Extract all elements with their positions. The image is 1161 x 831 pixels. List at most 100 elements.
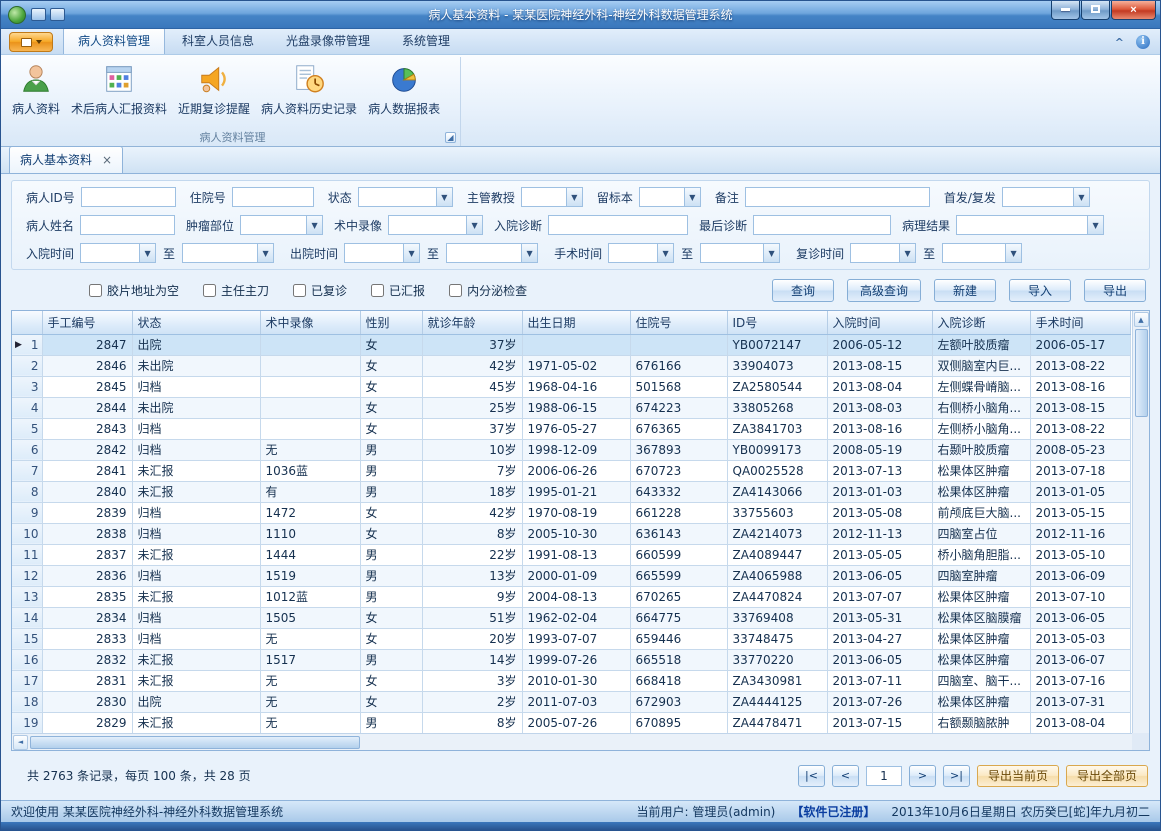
cell-admission-time[interactable]: 2013-05-05 <box>827 544 932 565</box>
row-indicator-cell[interactable]: 5 <box>12 418 42 439</box>
cell-admission-diagnosis[interactable]: 松果体区肿瘤 <box>932 460 1030 481</box>
cell-gender[interactable]: 男 <box>360 565 422 586</box>
cell-admission-no[interactable]: 643332 <box>630 481 727 502</box>
ribbon-tab[interactable]: 光盘录像带管理 <box>271 27 385 54</box>
cell-admission-no[interactable]: 665518 <box>630 649 727 670</box>
cell-status[interactable]: 未出院 <box>132 397 260 418</box>
cell-age[interactable]: 37岁 <box>422 334 522 355</box>
cell-surgery-time[interactable]: 2013-08-04 <box>1030 712 1130 733</box>
cell-manual-no[interactable]: 2831 <box>42 670 132 691</box>
cell-gender[interactable]: 女 <box>360 628 422 649</box>
chevron-down-icon[interactable]: ▼ <box>763 244 779 262</box>
cell-age[interactable]: 2岁 <box>422 691 522 712</box>
cell-status[interactable]: 未汇报 <box>132 460 260 481</box>
chevron-down-icon[interactable]: ▼ <box>257 244 273 262</box>
scroll-left-icon[interactable]: ◄ <box>13 735 28 750</box>
cell-gender[interactable]: 女 <box>360 523 422 544</box>
cell-birth-date[interactable]: 2004-08-13 <box>522 586 630 607</box>
cell-surgery-time[interactable]: 2013-05-03 <box>1030 628 1130 649</box>
cell-manual-no[interactable]: 2843 <box>42 418 132 439</box>
column-header[interactable]: 入院时间 <box>827 311 932 334</box>
row-indicator-cell[interactable]: 4 <box>12 397 42 418</box>
new-button[interactable]: 新建 <box>934 279 996 302</box>
cell-age[interactable]: 22岁 <box>422 544 522 565</box>
cell-admission-no[interactable]: 670265 <box>630 586 727 607</box>
query-button[interactable]: 查询 <box>772 279 834 302</box>
admission-time-to-combo[interactable]: ▼ <box>182 243 274 263</box>
cell-admission-no[interactable]: 367893 <box>630 439 727 460</box>
cell-age[interactable]: 7岁 <box>422 460 522 481</box>
ribbon-tab[interactable]: 科室人员信息 <box>167 27 269 54</box>
column-header[interactable]: 性别 <box>360 311 422 334</box>
row-indicator-cell[interactable]: 19 <box>12 712 42 733</box>
quick-access-icon-1[interactable] <box>31 8 46 21</box>
cell-admission-diagnosis[interactable]: 四脑室、脑干... <box>932 670 1030 691</box>
chevron-down-icon[interactable]: ▼ <box>566 188 582 206</box>
surgery-time-from-combo[interactable]: ▼ <box>608 243 674 263</box>
admission-time-from-combo[interactable]: ▼ <box>80 243 156 263</box>
cell-birth-date[interactable]: 1993-07-07 <box>522 628 630 649</box>
checkbox-input[interactable] <box>449 284 462 297</box>
final-diagnosis-input[interactable] <box>753 215 891 235</box>
cell-admission-no[interactable]: 664775 <box>630 607 727 628</box>
chevron-down-icon[interactable]: ▼ <box>899 244 915 262</box>
cell-gender[interactable]: 男 <box>360 712 422 733</box>
cell-surgery-time[interactable]: 2013-07-18 <box>1030 460 1130 481</box>
cell-status[interactable]: 未汇报 <box>132 544 260 565</box>
cell-id-no[interactable]: 33805268 <box>727 397 827 418</box>
row-indicator-cell[interactable]: 11 <box>12 544 42 565</box>
specimen-combo[interactable]: ▼ <box>639 187 701 207</box>
cell-manual-no[interactable]: 2837 <box>42 544 132 565</box>
cell-admission-no[interactable] <box>630 334 727 355</box>
cell-admission-diagnosis[interactable]: 松果体区肿瘤 <box>932 481 1030 502</box>
cell-status[interactable]: 未汇报 <box>132 670 260 691</box>
cell-manual-no[interactable]: 2830 <box>42 691 132 712</box>
row-indicator-cell[interactable]: 12 <box>12 565 42 586</box>
column-header[interactable]: 住院号 <box>630 311 727 334</box>
status-combo[interactable]: ▼ <box>358 187 453 207</box>
cell-admission-time[interactable]: 2013-07-07 <box>827 586 932 607</box>
cell-id-no[interactable]: ZA4444125 <box>727 691 827 712</box>
cell-admission-no[interactable]: 676166 <box>630 355 727 376</box>
cell-gender[interactable]: 女 <box>360 670 422 691</box>
cell-id-no[interactable]: ZA4089447 <box>727 544 827 565</box>
cell-status[interactable]: 未出院 <box>132 355 260 376</box>
intraop-video-combo[interactable]: ▼ <box>388 215 483 235</box>
tab-patient-basic-data[interactable]: 病人基本资料 × <box>9 146 123 173</box>
table-row[interactable]: 13 2835 未汇报 1012蓝 男 9岁 2004-08-13 670265 <box>12 586 1130 607</box>
cell-gender[interactable]: 女 <box>360 607 422 628</box>
cell-status[interactable]: 归档 <box>132 376 260 397</box>
cell-birth-date[interactable]: 1988-06-15 <box>522 397 630 418</box>
cell-surgery-time[interactable]: 2013-08-16 <box>1030 376 1130 397</box>
cell-admission-diagnosis[interactable]: 双侧脑室内巨... <box>932 355 1030 376</box>
chevron-down-icon[interactable]: ▼ <box>1073 188 1089 206</box>
first-recurrence-combo[interactable]: ▼ <box>1002 187 1090 207</box>
cell-admission-time[interactable]: 2013-07-11 <box>827 670 932 691</box>
cell-admission-time[interactable]: 2013-04-27 <box>827 628 932 649</box>
row-indicator-cell[interactable]: 9 <box>12 502 42 523</box>
cell-surgery-time[interactable]: 2006-05-17 <box>1030 334 1130 355</box>
cell-age[interactable]: 8岁 <box>422 712 522 733</box>
cell-age[interactable]: 42岁 <box>422 502 522 523</box>
cell-admission-no[interactable]: 501568 <box>630 376 727 397</box>
cell-surgery-time[interactable]: 2013-07-16 <box>1030 670 1130 691</box>
cell-admission-diagnosis[interactable]: 松果体区脑膜瘤 <box>932 607 1030 628</box>
cell-intraop-video[interactable]: 1505 <box>260 607 360 628</box>
cell-birth-date[interactable]: 2005-07-26 <box>522 712 630 733</box>
cell-admission-diagnosis[interactable]: 左侧桥小脑角... <box>932 418 1030 439</box>
cell-admission-diagnosis[interactable]: 松果体区肿瘤 <box>932 649 1030 670</box>
cell-manual-no[interactable]: 2847 <box>42 334 132 355</box>
cell-status[interactable]: 归档 <box>132 418 260 439</box>
cell-admission-no[interactable]: 661228 <box>630 502 727 523</box>
cell-manual-no[interactable]: 2836 <box>42 565 132 586</box>
chevron-down-icon[interactable]: ▼ <box>306 216 322 234</box>
cell-birth-date[interactable] <box>522 334 630 355</box>
cell-id-no[interactable]: ZA3430981 <box>727 670 827 691</box>
cell-id-no[interactable]: ZA4470824 <box>727 586 827 607</box>
cell-intraop-video[interactable] <box>260 397 360 418</box>
cell-id-no[interactable]: ZA4143066 <box>727 481 827 502</box>
cell-gender[interactable]: 男 <box>360 460 422 481</box>
cell-admission-no[interactable]: 659446 <box>630 628 727 649</box>
cell-intraop-video[interactable]: 1444 <box>260 544 360 565</box>
cell-surgery-time[interactable]: 2012-11-16 <box>1030 523 1130 544</box>
